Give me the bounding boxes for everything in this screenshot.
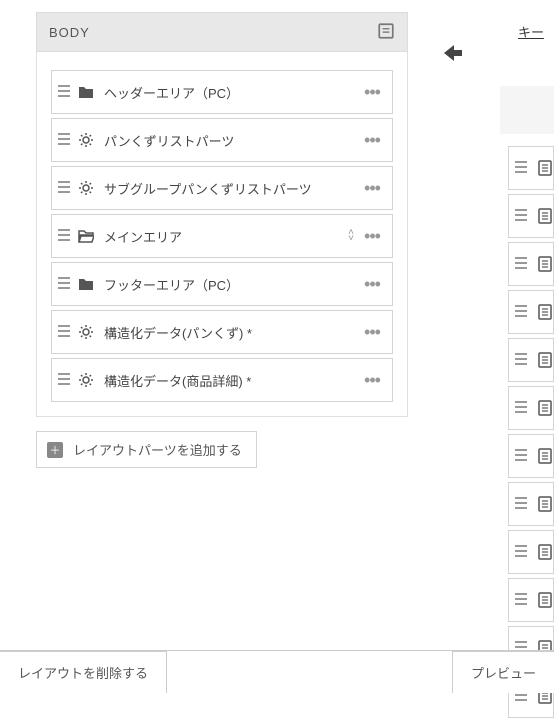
layout-part-label: ヘッダーエリア（PC） (104, 83, 360, 102)
right-panel-row[interactable]: 金 (508, 194, 554, 238)
drag-handle-icon[interactable] (58, 325, 74, 340)
doc-icon (537, 400, 554, 416)
footer-bar: レイアウトを削除する プレビュー (0, 650, 554, 692)
right-panel-row[interactable] (508, 530, 554, 574)
layout-part-label: フッターエリア（PC） (104, 275, 360, 294)
doc-icon (537, 160, 554, 176)
gear-icon (78, 372, 98, 388)
gear-icon (78, 132, 98, 148)
drag-handle-icon[interactable] (515, 449, 531, 464)
more-options-icon[interactable]: ••• (360, 274, 384, 295)
right-panel-row[interactable] (508, 578, 554, 622)
doc-icon (537, 208, 554, 224)
drag-handle-icon[interactable] (515, 257, 531, 272)
drag-handle-icon[interactable] (515, 401, 531, 416)
drag-handle-icon[interactable] (515, 161, 531, 176)
more-options-icon[interactable]: ••• (360, 82, 384, 103)
layout-part-row[interactable]: メインエリア˄˅ ••• (51, 214, 393, 258)
layout-part-label: 構造化データ(商品詳細) * (104, 371, 360, 390)
right-panel-row[interactable] (508, 386, 554, 430)
layout-part-label: パンくずリストパーツ (104, 131, 360, 150)
delete-layout-button[interactable]: レイアウトを削除する (0, 651, 167, 693)
expand-chevron-icon[interactable]: ˄˅ (348, 230, 354, 242)
drag-handle-icon[interactable] (515, 545, 531, 560)
more-options-icon[interactable]: ••• (360, 322, 384, 343)
body-content: ヘッダーエリア（PC）•••パンくずリストパーツ•••サブグループパンくずリスト… (36, 52, 408, 417)
layout-part-row[interactable]: 構造化データ(パンくず) *••• (51, 310, 393, 354)
drag-handle-icon[interactable] (58, 133, 74, 148)
layout-part-row[interactable]: パンくずリストパーツ••• (51, 118, 393, 162)
right-panel: キー 金金 (500, 10, 554, 722)
plus-icon: ＋ (47, 442, 63, 458)
doc-icon (537, 352, 554, 368)
keyword-link[interactable]: キー (518, 25, 544, 40)
layout-part-label: メインエリア (104, 227, 348, 246)
drag-handle-icon[interactable] (515, 353, 531, 368)
right-panel-row[interactable] (508, 242, 554, 286)
drag-handle-icon[interactable] (515, 209, 531, 224)
doc-icon (537, 304, 554, 320)
gear-icon (78, 180, 98, 196)
doc-icon (537, 448, 554, 464)
layout-part-row[interactable]: 構造化データ(商品詳細) *••• (51, 358, 393, 402)
doc-icon (537, 544, 554, 560)
drag-handle-icon[interactable] (515, 497, 531, 512)
layout-part-label: サブグループパンくずリストパーツ (104, 179, 360, 198)
right-panel-row[interactable] (508, 482, 554, 526)
drag-handle-icon[interactable] (58, 373, 74, 388)
arrow-left-icon[interactable] (440, 40, 466, 69)
gear-icon (78, 324, 98, 340)
layout-part-row[interactable]: フッターエリア（PC）••• (51, 262, 393, 306)
doc-icon (537, 496, 554, 512)
more-options-icon[interactable]: ••• (360, 370, 384, 391)
right-spacer (500, 86, 554, 134)
right-panel-row[interactable] (508, 338, 554, 382)
doc-icon (537, 256, 554, 272)
layout-part-row[interactable]: ヘッダーエリア（PC）••• (51, 70, 393, 114)
drag-handle-icon[interactable] (515, 305, 531, 320)
layout-part-row[interactable]: サブグループパンくずリストパーツ••• (51, 166, 393, 210)
folder-solid-icon (78, 84, 98, 100)
folder-open-icon (78, 228, 98, 244)
folder-solid-icon (78, 276, 98, 292)
right-panel-row[interactable] (508, 146, 554, 190)
preview-button[interactable]: プレビュー (452, 651, 554, 693)
add-layout-part-button[interactable]: ＋ レイアウトパーツを追加する (36, 431, 257, 468)
list-doc-icon[interactable] (377, 22, 395, 43)
body-title: BODY (49, 25, 90, 40)
layout-part-label: 構造化データ(パンくず) * (104, 323, 360, 342)
drag-handle-icon[interactable] (58, 277, 74, 292)
drag-handle-icon[interactable] (515, 593, 531, 608)
drag-handle-icon[interactable] (58, 85, 74, 100)
right-panel-row[interactable] (508, 434, 554, 478)
right-header: キー (500, 10, 554, 70)
drag-handle-icon[interactable] (58, 181, 74, 196)
more-options-icon[interactable]: ••• (360, 130, 384, 151)
add-layout-part-label: レイアウトパーツを追加する (73, 440, 242, 459)
more-options-icon[interactable]: ••• (360, 226, 384, 247)
right-panel-row[interactable]: 金 (508, 290, 554, 334)
doc-icon (537, 592, 554, 608)
more-options-icon[interactable]: ••• (360, 178, 384, 199)
body-panel: BODY ヘッダーエリア（PC）•••パンくずリストパーツ•••サブグループパン… (36, 12, 408, 468)
body-header: BODY (36, 12, 408, 52)
drag-handle-icon[interactable] (58, 229, 74, 244)
